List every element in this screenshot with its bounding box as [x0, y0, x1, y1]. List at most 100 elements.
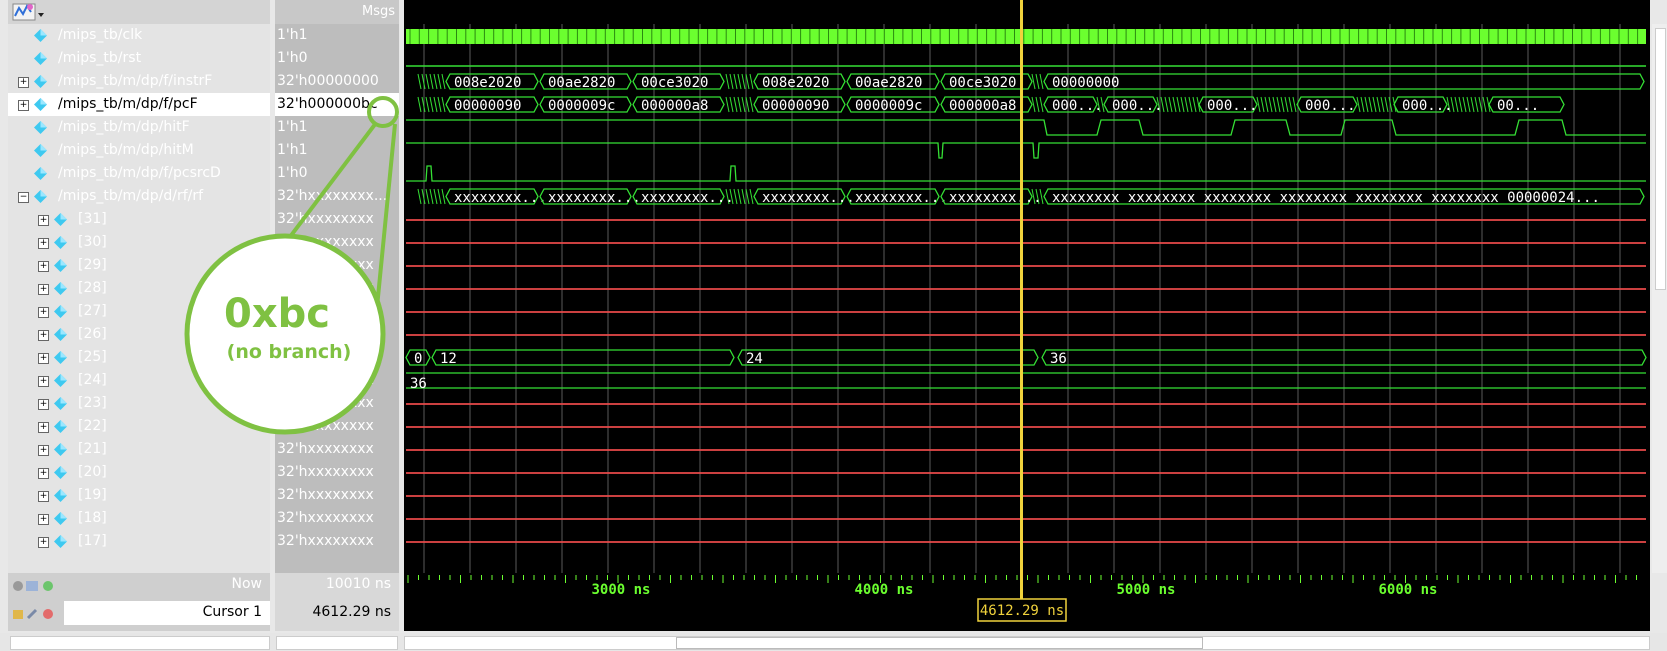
diamond-icon — [54, 351, 67, 364]
signal-row[interactable]: + [31] — [8, 208, 270, 231]
expand-icon[interactable]: + — [38, 353, 49, 364]
bus-transition — [729, 73, 734, 90]
expand-icon[interactable]: + — [38, 399, 49, 410]
bus-transition — [1035, 73, 1040, 90]
signal-name: [24] — [78, 372, 107, 388]
signal-row[interactable]: + [20] — [8, 461, 270, 484]
bus-transition — [1462, 96, 1467, 113]
signal-row[interactable]: + [19] — [8, 484, 270, 507]
signal-row[interactable]: /mips_tb/clk — [8, 24, 270, 47]
signal-row[interactable]: /mips_tb/m/dp/hitM — [8, 139, 270, 162]
expand-icon[interactable]: + — [38, 514, 49, 525]
signal-row[interactable]: + [18] — [8, 507, 270, 530]
signal-value: 32'hxxxxxxxx — [277, 372, 374, 388]
expand-icon[interactable]: + — [38, 284, 49, 295]
bus-transition — [733, 188, 738, 205]
expand-icon[interactable]: + — [38, 422, 49, 433]
bus-transition — [437, 96, 442, 113]
bus-transition — [1284, 96, 1289, 113]
values-hscroll[interactable] — [276, 636, 398, 650]
signal-row[interactable]: + [17] — [8, 530, 270, 553]
now-label: Now — [231, 576, 263, 592]
signal-value: 32'hxxxxxxxx — [277, 326, 374, 342]
diamond-icon — [34, 75, 47, 88]
signal-name: [31] — [78, 211, 107, 227]
signal-value-row: 32'hxxxxxxxx — [275, 415, 399, 438]
signal-value: 32'hxxxxxxxx — [277, 418, 374, 434]
expand-icon[interactable]: + — [38, 330, 49, 341]
collapse-icon[interactable]: − — [18, 192, 29, 203]
clock-icon[interactable] — [12, 578, 62, 594]
bus-transition — [433, 73, 438, 90]
expand-icon[interactable]: + — [38, 537, 49, 548]
signal-name: /mips_tb/m/dp/d/rf/rf — [58, 188, 204, 204]
diamond-icon — [34, 98, 47, 111]
vertical-scrollbar[interactable] — [1652, 24, 1667, 573]
wave-hscroll-thumb[interactable] — [676, 637, 1203, 649]
expand-icon[interactable]: + — [38, 445, 49, 456]
bus-value-label: xxxxxxxx... — [454, 190, 547, 206]
signal-name: [28] — [78, 280, 107, 296]
signal-row[interactable]: + [28] — [8, 277, 270, 300]
bus-value-label: 24 — [746, 351, 763, 367]
wave-icon[interactable] — [12, 1, 46, 23]
bus-transition — [433, 188, 438, 205]
signal-row[interactable]: + [30] — [8, 231, 270, 254]
signal-value-row: 1'h0 — [275, 47, 399, 70]
bus-transition — [433, 96, 438, 113]
signal-row[interactable]: + [26] — [8, 323, 270, 346]
signal-row[interactable]: /mips_tb/rst — [8, 47, 270, 70]
expand-icon[interactable]: + — [38, 238, 49, 249]
signal-row[interactable]: + /mips_tb/m/dp/f/pcF — [8, 93, 270, 116]
signal-value-row: 32'hxxxxxxxx — [275, 461, 399, 484]
bus-transition — [429, 73, 434, 90]
expand-icon[interactable]: + — [38, 261, 49, 272]
signal-row[interactable]: + [29] — [8, 254, 270, 277]
signal-value: 32'hxxxxxxxx — [277, 464, 374, 480]
bus-transition — [1458, 96, 1463, 113]
signal-row[interactable]: /mips_tb/m/dp/f/pcsrcD — [8, 162, 270, 185]
expand-icon[interactable]: + — [38, 215, 49, 226]
signal-row[interactable]: /mips_tb/m/dp/hitF — [8, 116, 270, 139]
signal-row[interactable]: + [24] — [8, 369, 270, 392]
signal-row[interactable]: + [23] — [8, 392, 270, 415]
diamond-icon — [54, 213, 67, 226]
signal-value: 32'hxxxxxxxx — [277, 533, 374, 549]
lock-icon[interactable] — [12, 606, 62, 622]
expand-icon[interactable]: + — [38, 468, 49, 479]
signal-row[interactable]: + [22] — [8, 415, 270, 438]
signal-row[interactable]: + /mips_tb/m/dp/f/instrF — [8, 70, 270, 93]
names-hscroll[interactable] — [10, 636, 270, 650]
cursor-label-box[interactable]: Cursor 1 — [64, 601, 270, 625]
waveform-canvas[interactable]: 008e2020 00ae2820 00ce3020 008e2020 00ae2820… — [404, 24, 1650, 573]
signal-row[interactable]: + [25] — [8, 346, 270, 369]
diamond-icon — [54, 466, 67, 479]
signal-row[interactable]: + [21] — [8, 438, 270, 461]
bus-transition — [425, 96, 430, 113]
bus-transition — [441, 96, 446, 113]
bus-transition — [737, 96, 742, 113]
signal-value: 32'h00000000 — [277, 73, 379, 89]
expand-icon[interactable]: + — [38, 491, 49, 502]
bus-value-label: 0 — [414, 351, 422, 367]
signal-value-row: 32'hxxxxxxxx... — [275, 185, 399, 208]
bus-value-label: 12 — [440, 351, 457, 367]
expand-icon[interactable]: + — [38, 307, 49, 318]
signal-row[interactable]: − /mips_tb/m/dp/d/rf/rf — [8, 185, 270, 208]
signal-name: [27] — [78, 303, 107, 319]
expand-icon[interactable]: + — [38, 376, 49, 387]
bus-transition — [1380, 96, 1385, 113]
expand-icon[interactable]: + — [18, 77, 29, 88]
bus-value-label: 0000009c — [855, 98, 922, 114]
diamond-icon — [54, 420, 67, 433]
status-values: 10010 ns 4612.29 ns — [275, 573, 399, 631]
waveform-area[interactable]: 008e2020 00ae2820 00ce3020 008e2020 00ae2820… — [404, 24, 1650, 573]
vertical-scroll-thumb[interactable] — [1655, 28, 1666, 290]
signal-row[interactable]: + [27] — [8, 300, 270, 323]
signal-value-row: 32'hxxxxxxxx — [275, 369, 399, 392]
bus-transition — [437, 73, 442, 90]
signal-value-row: 32'hxxxxxxxx — [275, 484, 399, 507]
bus-transition — [1466, 96, 1471, 113]
time-ruler[interactable]: 3000 ns 4000 ns 5000 ns 6000 ns 4612.29 ns — [404, 573, 1650, 631]
expand-icon[interactable]: + — [18, 100, 29, 111]
